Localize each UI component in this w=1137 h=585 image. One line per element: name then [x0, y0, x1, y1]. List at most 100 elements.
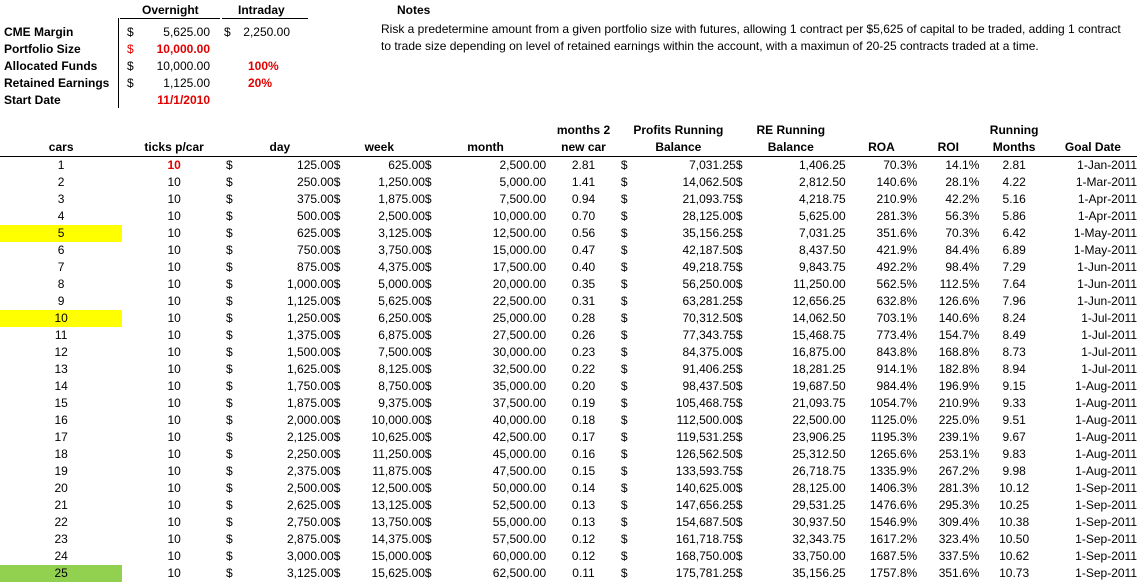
cell-cars[interactable]: 4 — [0, 208, 122, 225]
cell-month[interactable]: 42,500.00 — [444, 429, 546, 446]
currency-cell[interactable]: $ — [621, 344, 662, 361]
currency-cell[interactable]: $ — [226, 395, 245, 412]
cell-goal[interactable]: 1-May-2011 — [1049, 242, 1137, 259]
currency-cell[interactable]: $ — [425, 361, 444, 378]
cell-roa[interactable]: 210.9% — [846, 191, 918, 208]
currency-cell[interactable]: $ — [226, 497, 245, 514]
currency-cell[interactable]: $ — [334, 327, 353, 344]
cell-cars[interactable]: 16 — [0, 412, 122, 429]
cell-day[interactable]: 2,375.00 — [245, 463, 334, 480]
currency-cell[interactable]: $ — [334, 174, 353, 191]
cell-profits[interactable]: 63,281.25 — [662, 293, 735, 310]
start-date-value[interactable]: 11/1/2010 — [157, 93, 210, 107]
cell-roi[interactable]: 140.6% — [917, 310, 980, 327]
currency-cell[interactable]: $ — [736, 463, 755, 480]
cell-week[interactable]: 13,750.00 — [352, 514, 425, 531]
currency-cell[interactable]: $ — [621, 225, 662, 242]
cell-re[interactable]: 29,531.25 — [755, 497, 845, 514]
cell-month[interactable]: 20,000.00 — [444, 276, 546, 293]
currency-cell[interactable]: $ — [334, 446, 353, 463]
cell-month[interactable]: 5,000.00 — [444, 174, 546, 191]
cell-running[interactable]: 2.81 — [979, 157, 1048, 175]
cell-goal[interactable]: 1-Jun-2011 — [1049, 276, 1137, 293]
currency-cell[interactable]: $ — [334, 514, 353, 531]
cell-goal[interactable]: 1-Sep-2011 — [1049, 514, 1137, 531]
cell-roa[interactable]: 492.2% — [846, 259, 918, 276]
table-row[interactable]: 11 10 $1,375.00 $6,875.00 $27,500.00 0.26 $77,… — [0, 327, 1137, 344]
cell-roi[interactable]: 281.3% — [917, 480, 980, 497]
cell-roa[interactable]: 1546.9% — [846, 514, 917, 531]
cell-re[interactable]: 19,687.50 — [755, 378, 845, 395]
cell-month[interactable]: 15,000.00 — [444, 242, 546, 259]
currency-cell[interactable]: $ — [621, 361, 662, 378]
cell-roi[interactable]: 309.4% — [917, 514, 980, 531]
cell-ticks[interactable]: 10 — [122, 225, 226, 242]
currency-cell[interactable]: $ — [425, 276, 444, 293]
table-row[interactable]: 24 10 $3,000.00 $15,000.00 $60,000.00 0.12 $16… — [0, 548, 1137, 565]
cell-cars[interactable]: 12 — [0, 344, 122, 361]
cell-week[interactable]: 9,375.00 — [352, 395, 425, 412]
retained-percent[interactable]: 20% — [248, 76, 272, 90]
currency-cell[interactable]: $ — [736, 293, 755, 310]
cell-re[interactable]: 30,937.50 — [755, 514, 845, 531]
currency-cell[interactable]: $ — [425, 344, 444, 361]
cell-ticks[interactable]: 10 — [122, 548, 226, 565]
cell-ticks[interactable]: 10 — [122, 463, 226, 480]
currency-cell[interactable]: $ — [334, 412, 353, 429]
table-row[interactable]: 6 10 $750.00 $3,750.00 $15,000.00 0.47 $42,187… — [0, 242, 1137, 259]
table-row[interactable]: 3 10 $375.00 $1,875.00 $7,500.00 0.94 $21,093.… — [0, 191, 1137, 208]
cell-cars[interactable]: 19 — [0, 463, 122, 480]
cell-re[interactable]: 22,500.00 — [755, 412, 845, 429]
currency-cell[interactable]: $ — [334, 293, 353, 310]
currency-cell[interactable]: $ — [334, 548, 353, 565]
cell-goal[interactable]: 1-Aug-2011 — [1049, 446, 1137, 463]
cell-cars[interactable]: 7 — [0, 259, 122, 276]
cell-months[interactable]: 0.23 — [546, 344, 621, 361]
cell-ticks[interactable]: 10 — [122, 310, 226, 327]
cell-month[interactable]: 7,500.00 — [444, 191, 546, 208]
cell-profits[interactable]: 140,625.00 — [662, 480, 736, 497]
currency-cell[interactable]: $ — [226, 361, 245, 378]
currency-cell[interactable]: $ — [621, 310, 662, 327]
currency-cell[interactable]: $ — [226, 327, 245, 344]
currency-cell[interactable]: $ — [736, 242, 755, 259]
currency-cell[interactable]: $ — [334, 480, 353, 497]
cell-cars[interactable]: 3 — [0, 191, 122, 208]
currency-cell[interactable]: $ — [425, 378, 444, 395]
cell-months[interactable]: 0.26 — [546, 327, 621, 344]
currency-cell[interactable]: $ — [736, 327, 755, 344]
cell-running[interactable]: 5.16 — [979, 191, 1048, 208]
cell-week[interactable]: 3,750.00 — [352, 242, 425, 259]
cell-roi[interactable]: 337.5% — [917, 548, 980, 565]
table-row[interactable]: 14 10 $1,750.00 $8,750.00 $35,000.00 0.20 $98,… — [0, 378, 1137, 395]
cell-roa[interactable]: 351.6% — [846, 225, 918, 242]
currency-cell[interactable]: $ — [736, 480, 755, 497]
table-row[interactable]: 21 10 $2,625.00 $13,125.00 $52,500.00 0.13 $14… — [0, 497, 1137, 514]
cell-month[interactable]: 32,500.00 — [444, 361, 546, 378]
cell-week[interactable]: 11,875.00 — [352, 463, 425, 480]
cell-goal[interactable]: 1-Jun-2011 — [1049, 259, 1137, 276]
cell-running[interactable]: 9.67 — [979, 429, 1048, 446]
cell-roi[interactable]: 154.7% — [917, 327, 980, 344]
cell-day[interactable]: 2,625.00 — [245, 497, 334, 514]
currency-cell[interactable]: $ — [621, 480, 662, 497]
cell-ticks[interactable]: 10 — [122, 344, 226, 361]
cell-months[interactable]: 0.18 — [546, 412, 621, 429]
currency-cell[interactable]: $ — [226, 293, 245, 310]
currency-cell[interactable]: $ — [736, 208, 755, 225]
currency-cell[interactable]: $ — [621, 395, 662, 412]
cell-cars[interactable]: 20 — [0, 480, 122, 497]
cell-months[interactable]: 0.20 — [546, 378, 621, 395]
cell-months[interactable]: 0.13 — [546, 497, 621, 514]
cell-roi[interactable]: 267.2% — [917, 463, 980, 480]
cell-roi[interactable]: 84.4% — [917, 242, 979, 259]
cell-month[interactable]: 12,500.00 — [444, 225, 546, 242]
cell-week[interactable]: 10,000.00 — [352, 412, 425, 429]
cell-goal[interactable]: 1-Aug-2011 — [1049, 463, 1137, 480]
cell-profits[interactable]: 70,312.50 — [662, 310, 735, 327]
cell-months[interactable]: 0.11 — [546, 565, 621, 582]
allocated-funds-row[interactable]: Allocated Funds $ 10,000.00 100% — [0, 57, 380, 74]
cell-goal[interactable]: 1-Mar-2011 — [1049, 174, 1137, 191]
currency-cell[interactable]: $ — [621, 174, 662, 191]
cell-running[interactable]: 6.42 — [979, 225, 1048, 242]
